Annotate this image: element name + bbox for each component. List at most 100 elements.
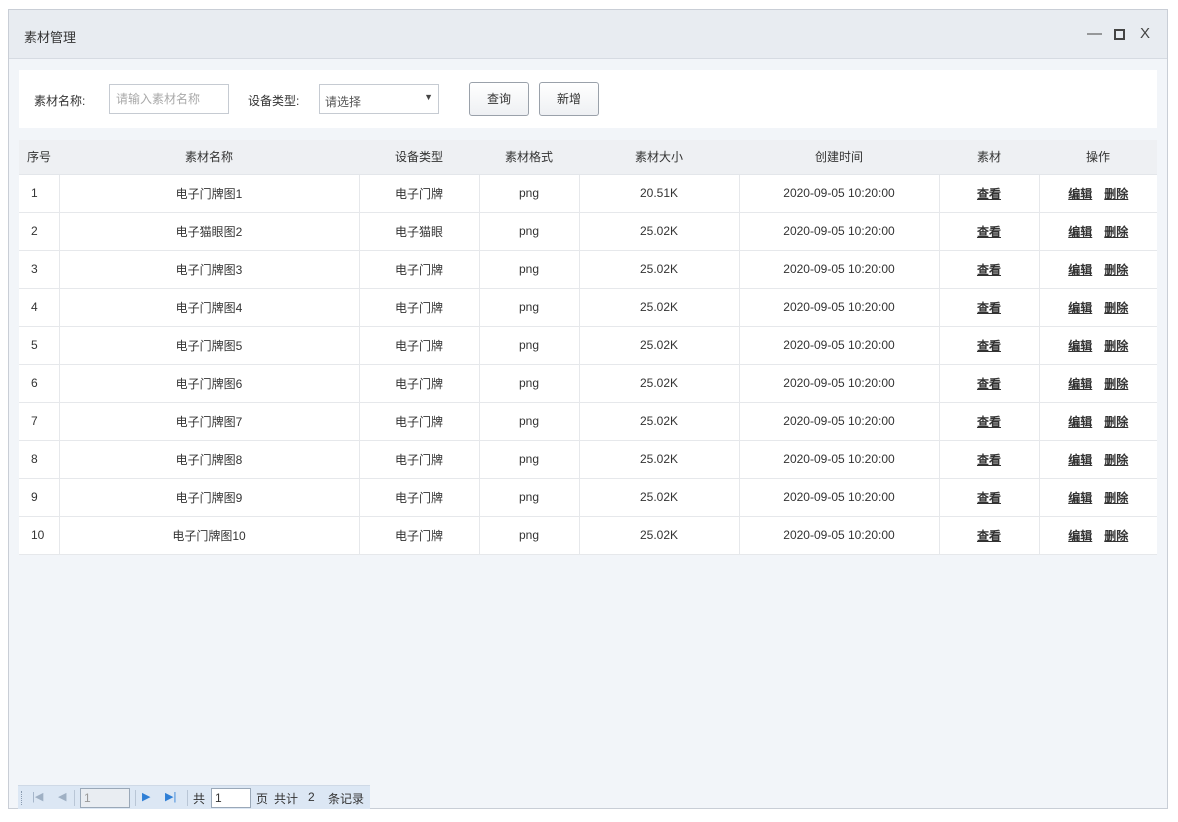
- table-row[interactable]: 5 电子门牌图5 电子门牌 png 25.02K 2020-09-05 10:20:00 查…: [19, 326, 1157, 365]
- column-header-format[interactable]: 素材格式: [479, 140, 579, 175]
- view-link[interactable]: 查看: [977, 301, 1001, 315]
- column-header-name[interactable]: 素材名称: [59, 140, 359, 175]
- records-suffix-label: 条记录: [328, 792, 365, 806]
- table-row[interactable]: 1 电子门牌图1 电子门牌 png 20.51K 2020-09-05 10:20:00 查…: [19, 174, 1157, 213]
- cell-device-type: 电子门牌: [359, 364, 480, 403]
- next-page-icon[interactable]: ▶: [142, 790, 150, 803]
- view-link[interactable]: 查看: [977, 415, 1001, 429]
- cell-device-type: 电子门牌: [359, 402, 480, 441]
- table-row[interactable]: 6 电子门牌图6 电子门牌 png 25.02K 2020-09-05 10:20:00 查…: [19, 364, 1157, 403]
- delete-link[interactable]: 删除: [1104, 377, 1128, 391]
- cell-name: 电子门牌图6: [59, 364, 360, 403]
- cell-material: 查看: [939, 212, 1040, 251]
- cell-material: 查看: [939, 440, 1040, 479]
- delete-link[interactable]: 删除: [1104, 187, 1128, 201]
- cell-name: 电子门牌图9: [59, 478, 360, 517]
- edit-link[interactable]: 编辑: [1068, 377, 1092, 391]
- edit-link[interactable]: 编辑: [1068, 529, 1092, 543]
- cell-actions: 编辑 删除: [1039, 402, 1157, 441]
- view-link[interactable]: 查看: [977, 529, 1001, 543]
- cell-created: 2020-09-05 10:20:00: [739, 478, 940, 517]
- maximize-button[interactable]: [1114, 29, 1125, 40]
- total-pages-input[interactable]: [211, 788, 251, 808]
- view-link[interactable]: 查看: [977, 225, 1001, 239]
- table-row[interactable]: 7 电子门牌图7 电子门牌 png 25.02K 2020-09-05 10:20:00 查…: [19, 402, 1157, 441]
- query-button[interactable]: 查询: [469, 82, 529, 116]
- table-row[interactable]: 2 电子猫眼图2 电子猫眼 png 25.02K 2020-09-05 10:20:00 查…: [19, 212, 1157, 251]
- material-name-label: 素材名称:: [34, 94, 86, 108]
- edit-link[interactable]: 编辑: [1068, 225, 1092, 239]
- cell-no: 4: [19, 288, 60, 327]
- cell-created: 2020-09-05 10:20:00: [739, 440, 940, 479]
- cell-name: 电子门牌图1: [59, 174, 360, 213]
- column-header-no[interactable]: 序号: [19, 140, 59, 175]
- cell-material: 查看: [939, 516, 1040, 555]
- records-count: 2: [308, 790, 315, 804]
- delete-link[interactable]: 删除: [1104, 453, 1128, 467]
- current-page-input[interactable]: [80, 788, 130, 808]
- table-row[interactable]: 10 电子门牌图10 电子门牌 png 25.02K 2020-09-05 10:20:0…: [19, 516, 1157, 555]
- minimize-button[interactable]: —: [1087, 24, 1102, 44]
- cell-actions: 编辑 删除: [1039, 364, 1157, 403]
- cell-device-type: 电子门牌: [359, 326, 480, 365]
- cell-device-type: 电子门牌: [359, 478, 480, 517]
- view-link[interactable]: 查看: [977, 187, 1001, 201]
- edit-link[interactable]: 编辑: [1068, 187, 1092, 201]
- edit-link[interactable]: 编辑: [1068, 301, 1092, 315]
- column-header-size[interactable]: 素材大小: [579, 140, 739, 175]
- cell-name: 电子门牌图7: [59, 402, 360, 441]
- cell-format: png: [479, 402, 580, 441]
- delete-link[interactable]: 删除: [1104, 301, 1128, 315]
- cell-device-type: 电子门牌: [359, 250, 480, 289]
- edit-link[interactable]: 编辑: [1068, 491, 1092, 505]
- cell-size: 25.02K: [579, 212, 740, 251]
- cell-material: 查看: [939, 364, 1040, 403]
- table-row[interactable]: 9 电子门牌图9 电子门牌 png 25.02K 2020-09-05 10:20:00 查…: [19, 478, 1157, 517]
- last-page-icon[interactable]: ▶|: [165, 790, 176, 803]
- close-button[interactable]: X: [1140, 24, 1150, 44]
- first-page-icon[interactable]: |◀: [32, 790, 43, 803]
- column-header-actions[interactable]: 操作: [1039, 140, 1157, 175]
- delete-link[interactable]: 删除: [1104, 415, 1128, 429]
- cell-material: 查看: [939, 288, 1040, 327]
- delete-link[interactable]: 删除: [1104, 263, 1128, 277]
- delete-link[interactable]: 删除: [1104, 529, 1128, 543]
- delete-link[interactable]: 删除: [1104, 491, 1128, 505]
- cell-no: 7: [19, 402, 60, 441]
- edit-link[interactable]: 编辑: [1068, 453, 1092, 467]
- cell-actions: 编辑 删除: [1039, 478, 1157, 517]
- edit-link[interactable]: 编辑: [1068, 415, 1092, 429]
- cell-actions: 编辑 删除: [1039, 288, 1157, 327]
- edit-link[interactable]: 编辑: [1068, 339, 1092, 353]
- table-row[interactable]: 8 电子门牌图8 电子门牌 png 25.02K 2020-09-05 10:20:00 查…: [19, 440, 1157, 479]
- view-link[interactable]: 查看: [977, 339, 1001, 353]
- dropdown-arrow-icon: ▼: [424, 92, 433, 102]
- column-header-device-type[interactable]: 设备类型: [359, 140, 479, 175]
- column-header-material[interactable]: 素材: [939, 140, 1039, 175]
- cell-material: 查看: [939, 326, 1040, 365]
- view-link[interactable]: 查看: [977, 377, 1001, 391]
- material-management-window: 素材管理 — X 素材名称: 设备类型: 请选择 ▼ 查询 新增 序号 素材名称…: [8, 9, 1168, 809]
- view-link[interactable]: 查看: [977, 263, 1001, 277]
- delete-link[interactable]: 删除: [1104, 225, 1128, 239]
- pager-separator: [74, 790, 75, 806]
- device-type-select[interactable]: 请选择 ▼: [319, 84, 439, 114]
- cell-name: 电子猫眼图2: [59, 212, 360, 251]
- table-row[interactable]: 3 电子门牌图3 电子门牌 png 25.02K 2020-09-05 10:20:00 查…: [19, 250, 1157, 289]
- view-link[interactable]: 查看: [977, 491, 1001, 505]
- cell-device-type: 电子门牌: [359, 174, 480, 213]
- view-link[interactable]: 查看: [977, 453, 1001, 467]
- edit-link[interactable]: 编辑: [1068, 263, 1092, 277]
- cell-format: png: [479, 440, 580, 479]
- material-name-input[interactable]: [109, 84, 229, 114]
- column-header-created[interactable]: 创建时间: [739, 140, 939, 175]
- cell-created: 2020-09-05 10:20:00: [739, 326, 940, 365]
- prev-page-icon[interactable]: ◀: [58, 790, 66, 803]
- cell-device-type: 电子门牌: [359, 288, 480, 327]
- cell-size: 25.02K: [579, 326, 740, 365]
- add-button[interactable]: 新增: [539, 82, 599, 116]
- cell-size: 25.02K: [579, 288, 740, 327]
- table-row[interactable]: 4 电子门牌图4 电子门牌 png 25.02K 2020-09-05 10:20:00 查…: [19, 288, 1157, 327]
- delete-link[interactable]: 删除: [1104, 339, 1128, 353]
- cell-no: 1: [19, 174, 60, 213]
